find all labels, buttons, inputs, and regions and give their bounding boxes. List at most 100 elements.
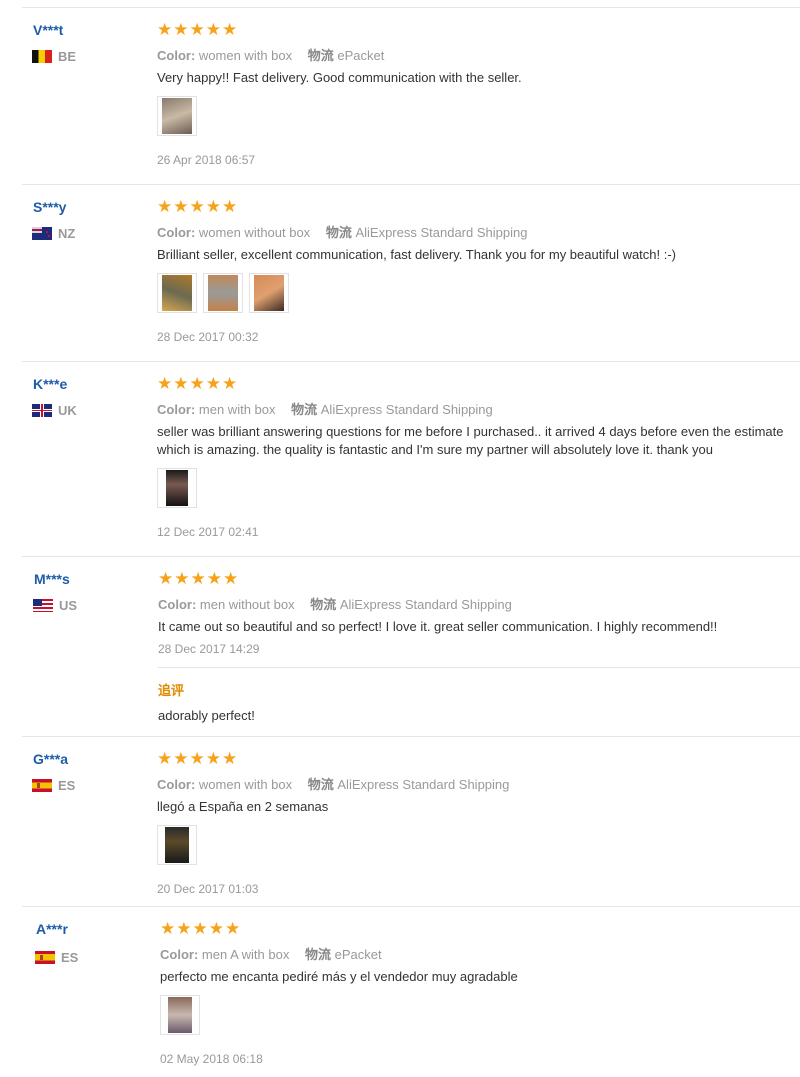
star-icon: ★ [176,919,192,938]
star-icon: ★ [173,749,189,768]
order-attributes: Color: men A with box 物流 ePacket [160,944,382,963]
color-value: women without box [198,225,311,240]
review-divider [22,906,800,907]
review-text-line: seller was brilliant answering questions… [157,424,784,439]
flag-es-icon [35,951,55,964]
flag-nz-icon [32,227,52,240]
review-photo-thumbnail[interactable] [157,273,197,313]
star-icon: ★ [205,374,221,393]
color-label: Color: [157,48,196,63]
followup-divider [158,667,800,668]
order-attributes: Color: women with box 物流 ePacket [157,45,384,64]
reviewer-name[interactable]: G***a [33,751,68,767]
star-icon: ★ [173,20,189,39]
color-label: Color: [157,402,196,417]
star-rating: ★ ★ ★ ★ ★ [157,21,237,38]
star-icon: ★ [157,749,173,768]
review-text-line: which is amazing. the quality is fantast… [157,442,713,457]
reviewer-name[interactable]: V***t [33,22,63,38]
review-text: llegó a España en 2 semanas [157,798,328,816]
review-photos [157,273,289,313]
review-text: perfecto me encanta pediré más y el vend… [160,968,518,986]
reviewer-name[interactable]: S***y [33,199,66,215]
star-icon: ★ [160,919,176,938]
shipping-label: 物流 [291,402,318,417]
star-icon: ★ [205,197,221,216]
star-icon: ★ [205,749,221,768]
star-icon: ★ [189,374,205,393]
star-icon: ★ [225,919,241,938]
shipping-label: 物流 [307,777,334,792]
review-photo-thumbnail[interactable] [160,995,200,1035]
country-code: NZ [58,226,76,241]
review-text: Very happy!! Fast delivery. Good communi… [157,69,522,87]
star-icon: ★ [222,20,238,39]
review-photo-thumbnail[interactable] [249,273,289,313]
star-icon: ★ [158,569,174,588]
country-code: US [59,598,78,613]
review-photo-thumbnail[interactable] [157,96,197,136]
review-photos [160,995,200,1035]
flag-es-icon [32,779,52,792]
star-icon: ★ [174,569,190,588]
review-date: 28 Dec 2017 14:29 [158,642,260,656]
star-rating: ★ ★ ★ ★ ★ [160,920,240,937]
review-text: It came out so beautiful and so perfect!… [158,618,717,636]
order-attributes: Color: men with box 物流 AliExpress Standa… [157,399,493,418]
shipping-value: AliExpress Standard Shipping [320,402,493,417]
review-date: 28 Dec 2017 00:32 [157,330,259,344]
star-icon: ★ [222,197,238,216]
top-divider [22,7,800,8]
star-icon: ★ [192,919,208,938]
review-text-line: llegó a España en 2 semanas [157,799,329,814]
country-code: UK [58,403,77,418]
shipping-label: 物流 [307,48,334,63]
review-photos [157,468,197,508]
star-rating: ★ ★ ★ ★ ★ [157,198,237,215]
review-date: 12 Dec 2017 02:41 [157,525,259,539]
color-label: Color: [160,947,199,962]
star-rating: ★ ★ ★ ★ ★ [158,570,238,587]
review-text: seller was brilliant answering questions… [157,423,800,459]
star-icon: ★ [173,374,189,393]
shipping-value: ePacket [334,947,382,962]
country-code: BE [58,49,77,64]
shipping-value: AliExpress Standard Shipping [339,597,512,612]
shipping-value: AliExpress Standard Shipping [355,225,528,240]
review-date: 02 May 2018 06:18 [160,1052,263,1066]
reviewer-country: ES [32,778,75,793]
country-code: ES [58,778,76,793]
color-label: Color: [158,597,197,612]
reviewer-name[interactable]: A***r [36,921,68,937]
review-divider [22,736,800,737]
reviewer-name[interactable]: M***s [34,571,70,587]
followup-text: adorably perfect! [158,708,255,723]
review-photos [157,825,197,865]
star-rating: ★ ★ ★ ★ ★ [157,750,237,767]
review-photo-thumbnail[interactable] [157,468,197,508]
color-value: women with box [198,777,293,792]
shipping-value: ePacket [337,48,385,63]
star-icon: ★ [223,569,239,588]
country-code: ES [61,950,79,965]
star-icon: ★ [157,374,173,393]
order-attributes: Color: women without box 物流 AliExpress S… [157,222,527,241]
order-attributes: Color: women with box 物流 AliExpress Stan… [157,774,509,793]
star-icon: ★ [222,749,238,768]
star-icon: ★ [189,20,205,39]
review-photo-thumbnail[interactable] [157,825,197,865]
color-value: men with box [198,402,276,417]
review-date: 20 Dec 2017 01:03 [157,882,259,896]
star-icon: ★ [190,569,206,588]
followup-label: 追评 [158,683,185,698]
shipping-label: 物流 [325,225,352,240]
review-divider [22,556,800,557]
review-photo-thumbnail[interactable] [203,273,243,313]
star-icon: ★ [157,20,173,39]
review-text: Brilliant seller, excellent communicatio… [157,246,676,264]
reviewer-name[interactable]: K***e [33,376,67,392]
review-text-line: Brilliant seller, excellent communicatio… [157,247,677,262]
review-text-line: Very happy!! Fast delivery. Good communi… [157,70,522,85]
flag-be-icon [32,50,52,63]
color-value: women with box [198,48,293,63]
